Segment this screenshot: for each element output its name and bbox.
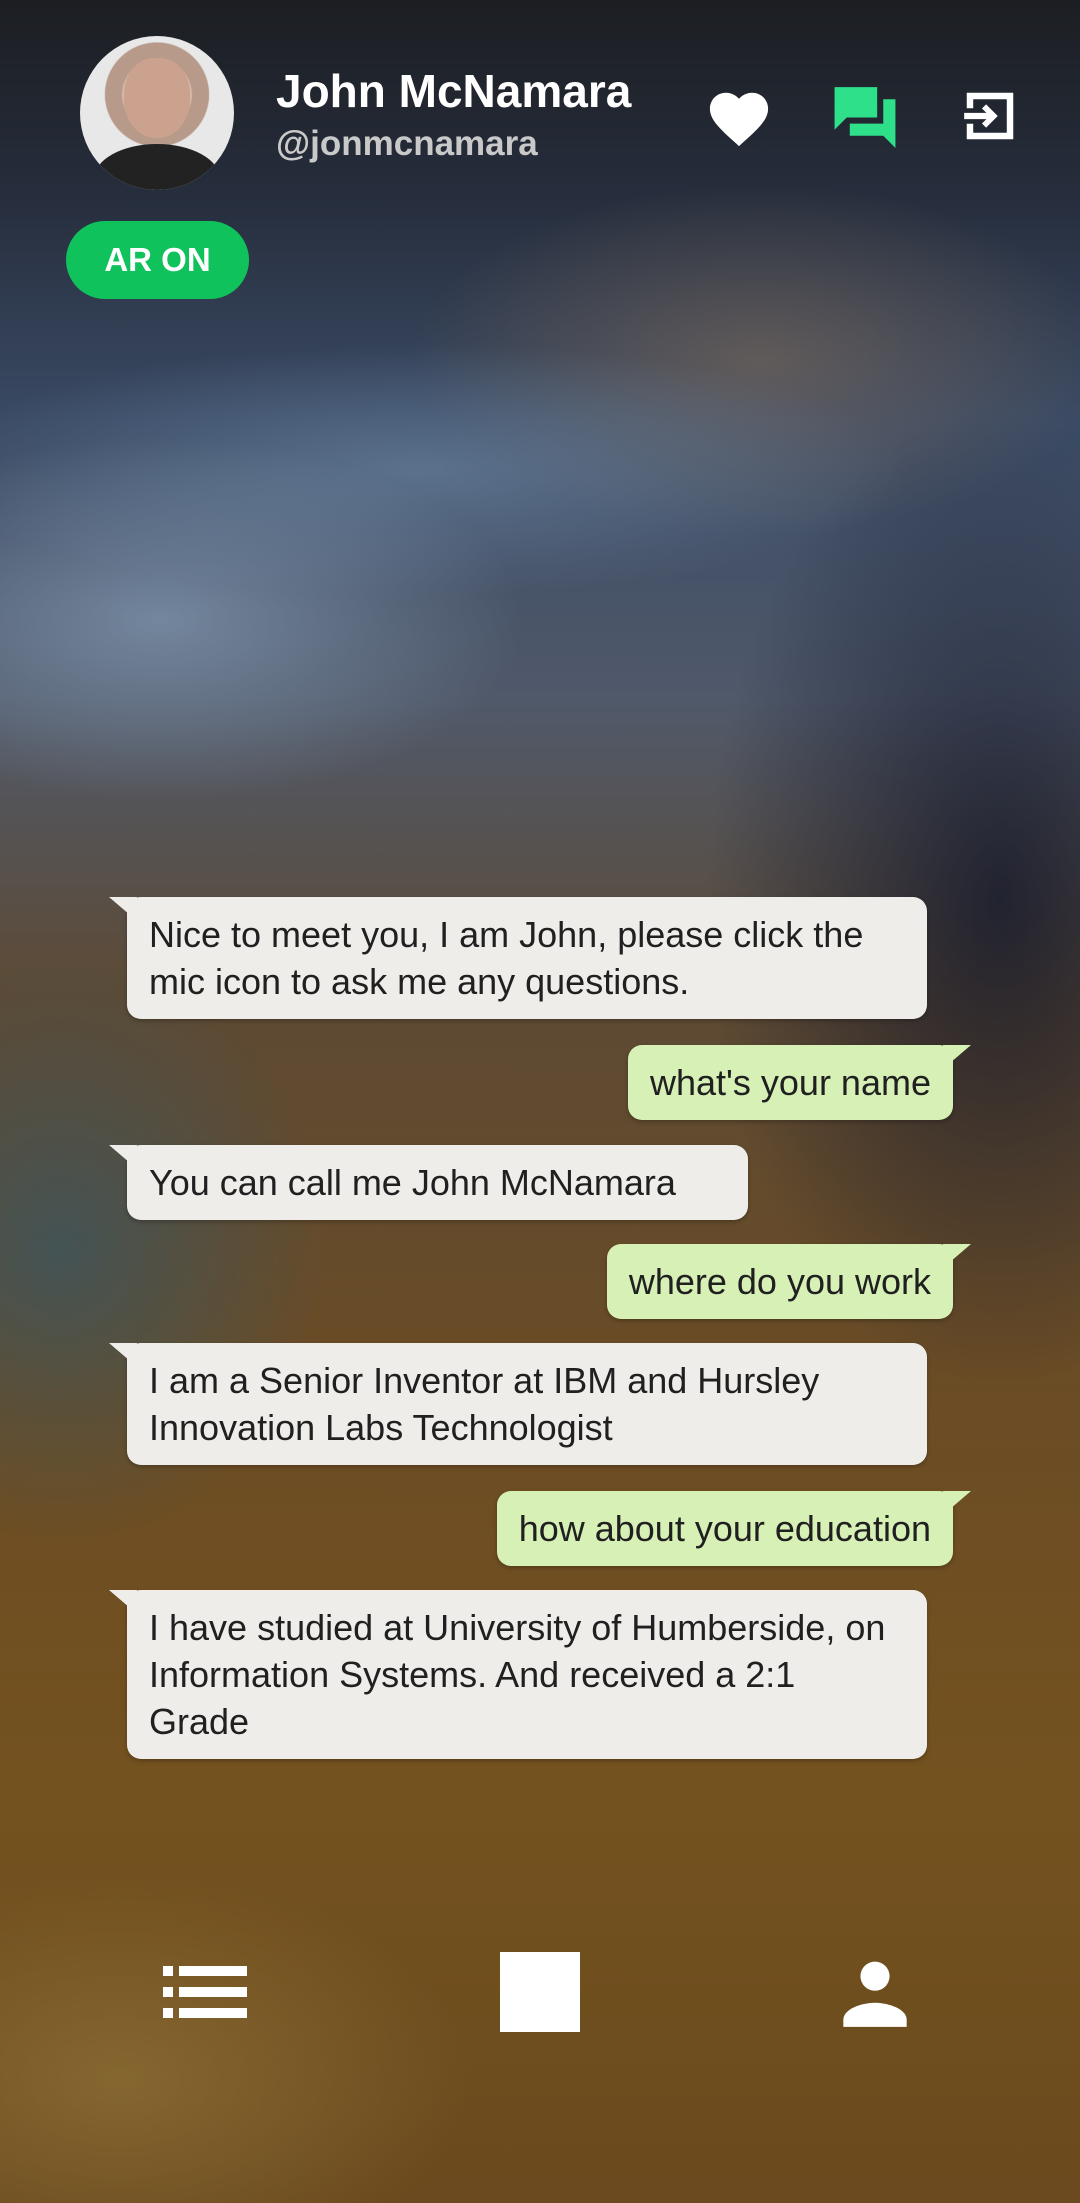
user-message: where do you work — [606, 1244, 972, 1319]
profile-header: John McNamara @jonmcnamara — [0, 0, 1080, 230]
chat-icon — [834, 87, 896, 148]
heart-icon — [709, 92, 769, 147]
user-message: what's your name — [627, 1045, 972, 1120]
bot-message: Nice to meet you, I am John, please clic… — [109, 897, 927, 1019]
avatar-face — [124, 58, 190, 138]
bot-message: I have studied at University of Humbersi… — [109, 1590, 927, 1759]
bot-message: I am a Senior Inventor at IBM and Hursle… — [109, 1343, 927, 1465]
profile-button[interactable] — [820, 1937, 930, 2047]
avatar[interactable] — [80, 36, 234, 190]
stop-icon — [500, 1952, 580, 2032]
stop-button[interactable] — [485, 1937, 595, 2047]
user-message: how about your education — [496, 1491, 972, 1566]
ar-toggle-button[interactable]: AR ON — [66, 221, 249, 299]
menu-list-button[interactable] — [150, 1937, 260, 2047]
exit-icon — [964, 92, 1014, 140]
list-icon — [163, 1966, 247, 2018]
profile-name: John McNamara — [276, 65, 632, 117]
chat-button[interactable] — [825, 76, 905, 156]
exit-button[interactable] — [950, 76, 1030, 156]
person-icon — [843, 1961, 907, 2027]
profile-handle: @jonmcnamara — [276, 124, 538, 163]
avatar-shirt — [94, 144, 220, 190]
bot-message: You can call me John McNamara — [109, 1145, 748, 1220]
favorite-button[interactable] — [699, 76, 779, 156]
